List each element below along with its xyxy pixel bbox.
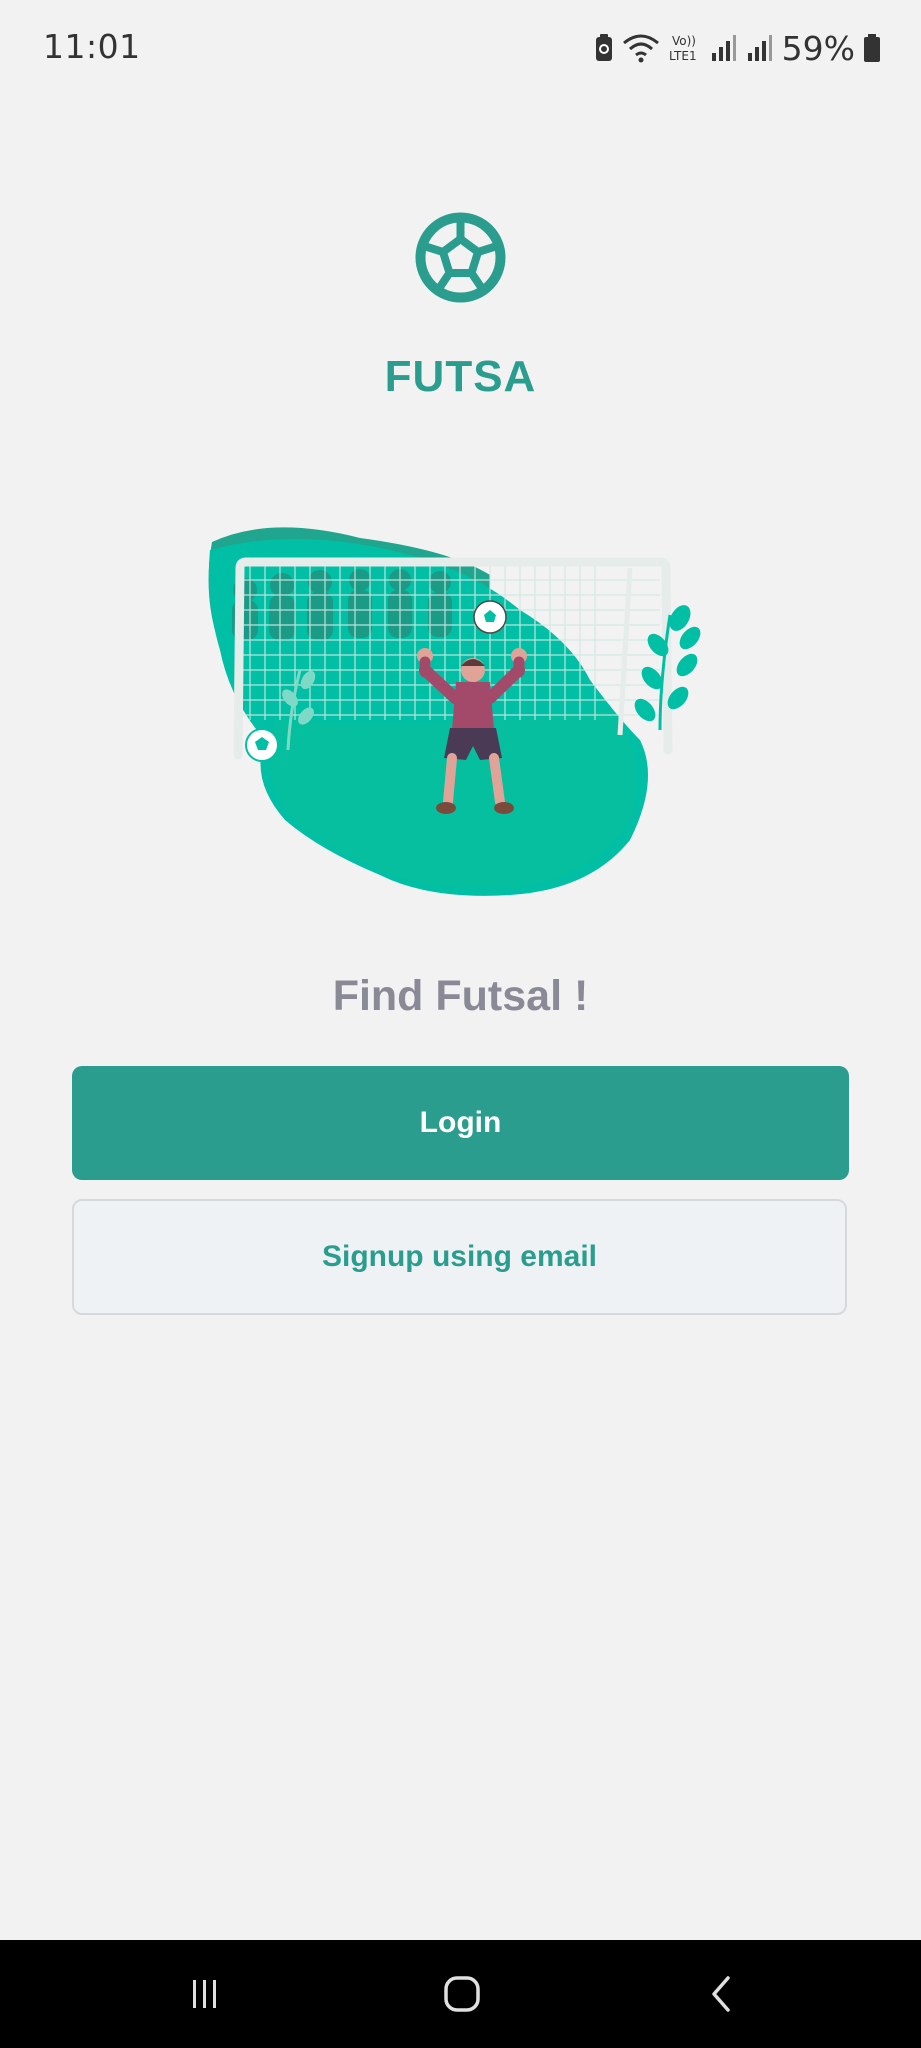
status-bar: 11:01 Vo)) LTE1 59% xyxy=(0,0,921,96)
tagline: Find Futsal ! xyxy=(332,972,589,1020)
signal-icon xyxy=(746,33,774,63)
volte-icon: Vo)) LTE1 xyxy=(668,32,702,64)
nav-bar xyxy=(0,1940,921,2048)
signal-icon xyxy=(710,33,738,63)
soccer-ball-icon xyxy=(414,211,507,304)
back-icon[interactable] xyxy=(690,1962,754,2026)
status-icons: Vo)) LTE1 59% xyxy=(594,28,881,68)
svg-text:LTE1: LTE1 xyxy=(669,49,697,63)
svg-text:Vo)): Vo)) xyxy=(672,34,696,48)
login-button[interactable]: Login xyxy=(72,1066,849,1180)
home-icon[interactable] xyxy=(430,1962,494,2026)
battery-percent: 59% xyxy=(781,28,855,68)
battery-saver-icon xyxy=(594,33,614,63)
wifi-icon xyxy=(622,33,660,63)
app-name: FUTSA xyxy=(384,352,537,401)
status-time: 11:01 xyxy=(43,27,141,66)
goalkeeper-illustration xyxy=(190,520,730,900)
recent-apps-icon[interactable] xyxy=(173,1962,237,2026)
signup-email-button[interactable]: Signup using email xyxy=(72,1199,847,1315)
battery-icon xyxy=(863,33,881,63)
